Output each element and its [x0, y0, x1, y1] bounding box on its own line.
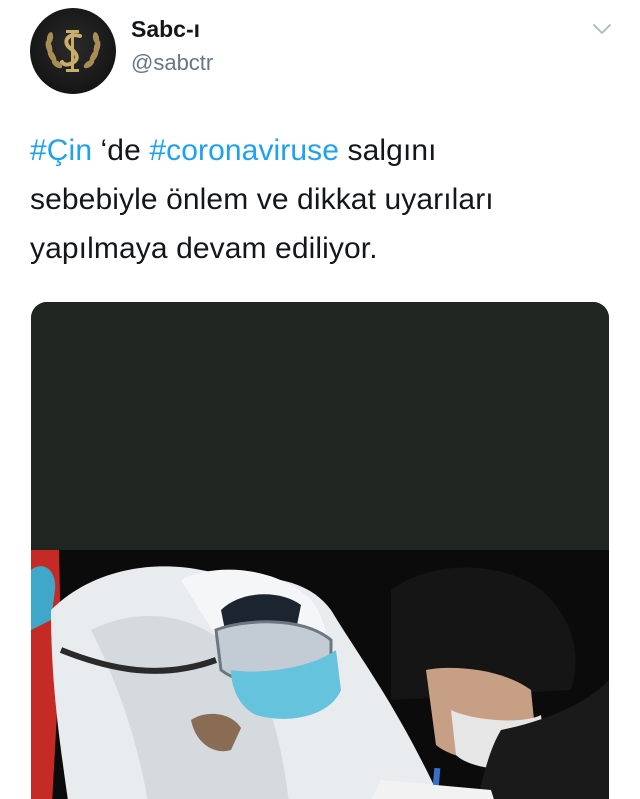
display-name[interactable]: Sabc-ı — [131, 16, 200, 43]
hashtag-link-coronaviruse[interactable]: #coronaviruse — [149, 134, 339, 167]
media-dark-banner — [31, 302, 609, 550]
avatar[interactable] — [30, 8, 116, 94]
tweet-text-fragment: ‘de — [92, 134, 150, 167]
logo-avatar — [45, 30, 101, 72]
hashtag-link-cin[interactable]: #Çin — [30, 134, 92, 167]
tweet-text: #Çin ‘de #coronaviruse salgını sebebiyle… — [30, 126, 610, 273]
tweet-text-line-2: sebebiyle önlem ve dikkat uyarıları — [30, 183, 494, 216]
photo-illustration — [31, 550, 609, 799]
tweet-media[interactable] — [31, 302, 609, 799]
user-handle[interactable]: @sabctr — [131, 50, 213, 76]
tweet-text-fragment: salgını — [339, 134, 437, 167]
media-photo[interactable] — [31, 550, 609, 799]
chevron-down-icon[interactable] — [592, 22, 612, 36]
tweet-text-line-1: #Çin ‘de #coronaviruse salgını — [30, 126, 610, 175]
tweet-text-line-3: yapılmaya devam ediliyor. — [30, 232, 378, 265]
tweet-card[interactable]: Sabc-ı @sabctr #Çin ‘de #coronaviruse sa… — [0, 0, 640, 799]
